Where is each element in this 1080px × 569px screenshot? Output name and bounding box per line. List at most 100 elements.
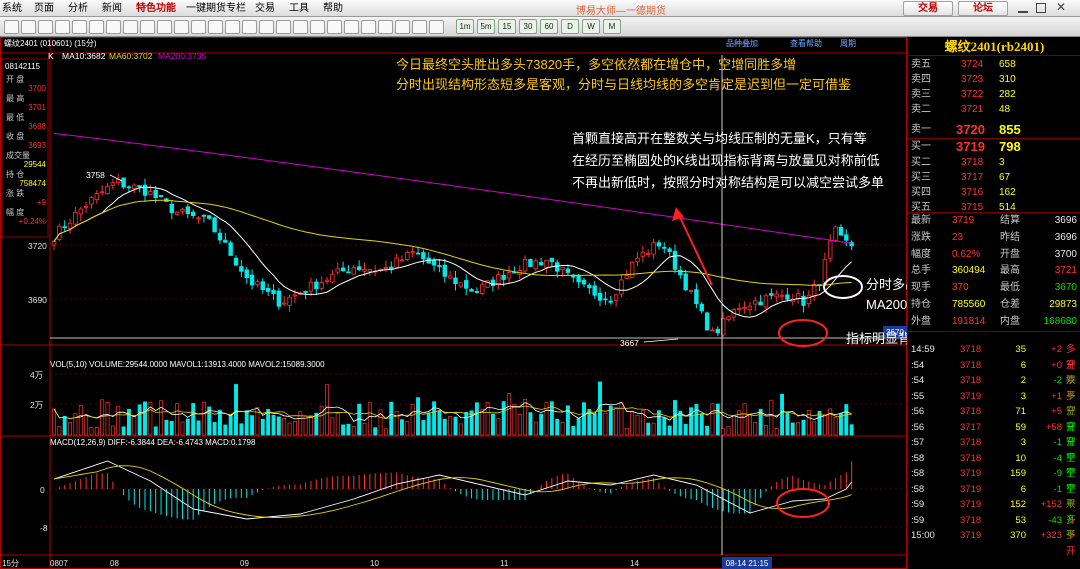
candle-body [753, 300, 758, 305]
candle-body [672, 250, 678, 270]
menu-system[interactable]: 系统 [2, 2, 22, 15]
toolbar-button[interactable] [293, 20, 308, 34]
bid-row[interactable]: 买一 3719 798 [908, 138, 1080, 156]
toolbar-button[interactable] [174, 20, 189, 34]
toolbar-button[interactable] [106, 20, 121, 34]
kline-chart[interactable]: 螺纹2401 (010601) (15分) K MA10:3682 MA60:3702… [0, 37, 1061, 569]
volume-bar [180, 421, 185, 436]
candle-body [442, 264, 447, 277]
period-button[interactable]: W [582, 19, 600, 34]
volume-bar [710, 403, 715, 436]
menu-analysis[interactable]: 分析 [68, 2, 88, 15]
high-price-label: 3758 [86, 170, 105, 180]
period-button[interactable]: 15 [498, 19, 516, 34]
ask-row[interactable]: 卖五 3724 658 [908, 58, 1080, 72]
candle-body [646, 253, 651, 255]
volume-bar [764, 424, 768, 436]
toolbar-button[interactable] [310, 20, 325, 34]
bid-row[interactable]: 买四 3716 162 [908, 186, 1080, 200]
candle-body [431, 260, 437, 266]
volume-bar [432, 401, 437, 436]
volume-bar [410, 404, 415, 436]
toolbar-button[interactable] [412, 20, 427, 34]
volume-bar [442, 418, 447, 436]
candle-body [180, 209, 185, 212]
candle-body [581, 279, 587, 285]
toolbar-button[interactable] [344, 20, 359, 34]
volume-bar [383, 428, 388, 436]
tick-row: :59 3718 53 -43 多平 [908, 513, 1080, 542]
ask-row[interactable]: 卖一 3720 855 [908, 121, 1080, 139]
ask-row[interactable]: 卖三 3722 282 [908, 88, 1080, 102]
minimize-icon[interactable] [1018, 3, 1028, 13]
tick-time: :58 [911, 468, 925, 479]
menu-features[interactable]: 特色功能 [136, 2, 176, 15]
toolbar-button[interactable] [327, 20, 342, 34]
volume-bar [303, 415, 308, 436]
period-button[interactable]: 60 [540, 19, 558, 34]
toolbar-button[interactable] [140, 20, 155, 34]
toolbar-button[interactable] [395, 20, 410, 34]
volume-bar [646, 422, 651, 436]
volume-bar [614, 407, 619, 436]
period-button[interactable]: 30 [519, 19, 537, 34]
ask-price: 3720 [956, 122, 985, 137]
stat-label: 开盘 [1000, 248, 1020, 260]
volume-bar [448, 415, 453, 436]
toolbar-button[interactable] [429, 20, 444, 34]
toolbar-button[interactable] [4, 20, 19, 34]
ask-row[interactable]: 卖二 3721 48 [908, 103, 1080, 117]
maximize-icon[interactable] [1036, 3, 1046, 13]
candle-body [78, 208, 83, 215]
toolbar-button[interactable] [378, 20, 393, 34]
volume-bar [78, 405, 83, 436]
toolbar-button[interactable] [21, 20, 36, 34]
forum-button[interactable]: 论坛 [958, 1, 1008, 16]
menu-trade[interactable]: 交易 [255, 2, 275, 15]
candle-body [688, 289, 694, 292]
toolbar-button[interactable] [191, 20, 206, 34]
period-button[interactable]: 1m [456, 19, 474, 34]
candle-body [190, 211, 196, 217]
stat-label: 昨结 [1000, 231, 1020, 243]
menu-page[interactable]: 页面 [34, 2, 54, 15]
toolbar-button[interactable] [123, 20, 138, 34]
menu-help[interactable]: 帮助 [323, 2, 343, 15]
toolbar-button[interactable] [259, 20, 274, 34]
tick-volume: 370 [1010, 530, 1026, 541]
toolbar-button[interactable] [72, 20, 87, 34]
tick-time: 15:00 [911, 530, 935, 541]
bid-row[interactable]: 买二 3718 3 [908, 156, 1080, 170]
volume-bar [785, 411, 790, 436]
menu-column[interactable]: 一键期货专栏 [186, 2, 246, 15]
period-button[interactable]: D [561, 19, 579, 34]
bid-row[interactable]: 买三 3717 67 [908, 171, 1080, 185]
toolbar-button[interactable] [89, 20, 104, 34]
period-button[interactable]: 5m [477, 19, 495, 34]
tick-price: 3718 [960, 452, 982, 464]
ask-row[interactable]: 卖四 3723 310 [908, 73, 1080, 87]
period-button[interactable]: M [603, 19, 621, 34]
toolbar-button[interactable] [276, 20, 291, 34]
candle-body [174, 211, 180, 215]
close-icon[interactable]: ✕ [1054, 0, 1068, 14]
toolbar-button[interactable] [38, 20, 53, 34]
toolbar-button[interactable] [361, 20, 376, 34]
chart-area[interactable]: 螺纹2401 (010601) (15分) K MA10:3682 MA60:3702… [0, 37, 1061, 569]
toolbar-button[interactable] [225, 20, 240, 34]
candle-body [774, 293, 779, 298]
toolbar-button[interactable] [157, 20, 172, 34]
toolbar-button[interactable] [55, 20, 70, 34]
volume-bar [480, 408, 485, 436]
trade-button[interactable]: 交易 [903, 1, 953, 16]
menu-news[interactable]: 新闻 [102, 2, 122, 15]
toolbar: 1m 5m 15 30 60 D W M [0, 17, 1080, 37]
toolbar-button[interactable] [242, 20, 257, 34]
menu-tools[interactable]: 工具 [289, 2, 309, 15]
candle-body [335, 268, 340, 273]
candle-body [73, 211, 78, 225]
toolbar-button[interactable] [208, 20, 223, 34]
volume-bar [175, 403, 180, 436]
tick-price: 3718 [960, 359, 982, 371]
candle-body [490, 279, 496, 287]
